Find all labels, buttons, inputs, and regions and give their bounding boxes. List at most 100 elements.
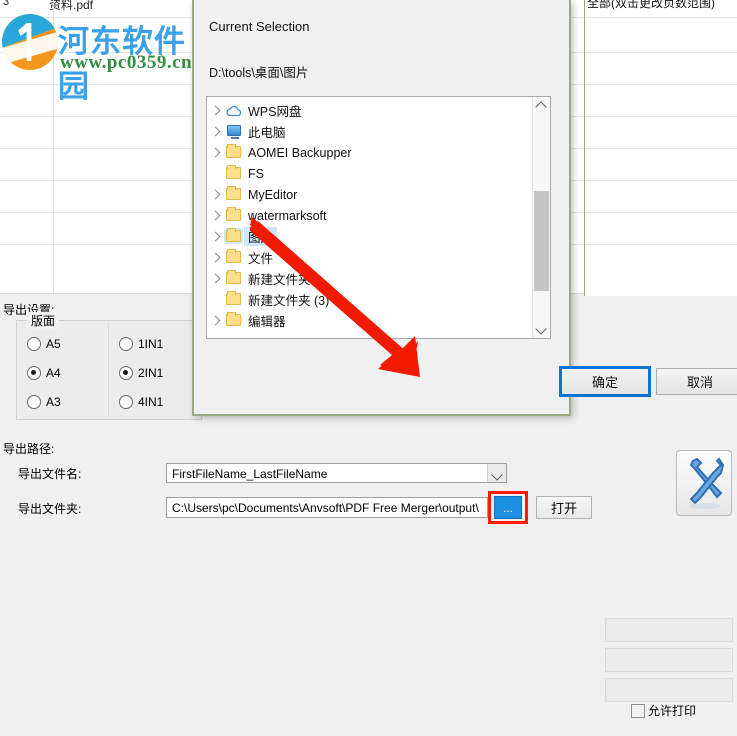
- radio-indicator: [119, 395, 133, 409]
- chevron-right-icon[interactable]: [207, 205, 225, 226]
- radio-indicator: [119, 337, 133, 351]
- dialog-cancel-button[interactable]: 取消: [656, 368, 737, 395]
- radio-paper-a4[interactable]: A4: [27, 366, 61, 380]
- tree-item[interactable]: WPS网盘: [207, 100, 533, 121]
- radio-indicator: [27, 395, 41, 409]
- table-row-divider: [585, 17, 737, 18]
- table-row-divider: [585, 116, 737, 117]
- export-filename-combobox[interactable]: FirstFileName_LastFileName: [166, 463, 507, 483]
- folder-icon: [225, 163, 244, 184]
- cloud-icon: [225, 100, 244, 121]
- table-row-divider: [585, 244, 737, 245]
- radio-nup-4in1[interactable]: 4IN1: [119, 395, 163, 409]
- tree-item-label: 新建文件夹 (3): [248, 294, 330, 308]
- security-field-row[interactable]: [605, 648, 733, 672]
- export-folder-label: 导出文件夹:: [18, 502, 82, 516]
- ok-button-focus-highlight: [559, 366, 651, 397]
- export-path-panel: 导出路径: 导出文件名: 导出文件夹:: [0, 438, 737, 533]
- open-folder-button[interactable]: 打开: [536, 496, 592, 519]
- tree-item[interactable]: watermarksoft: [207, 205, 533, 226]
- tree-item-label: 此电脑: [248, 126, 286, 140]
- folder-icon: [225, 268, 244, 289]
- radio-nup-1in1[interactable]: 1IN1: [119, 337, 163, 351]
- export-folder-input[interactable]: C:\Users\pc\Documents\Anvsoft\PDF Free M…: [166, 497, 488, 518]
- tools-wrench-screwdriver-icon: [689, 457, 725, 509]
- chevron-right-icon[interactable]: [207, 268, 225, 289]
- tree-item[interactable]: 图片: [207, 226, 533, 247]
- chevron-right-icon[interactable]: [207, 247, 225, 268]
- folder-tree[interactable]: WPS网盘此电脑 AOMEI Backupper FS MyEditor waterma…: [206, 96, 551, 339]
- tree-item[interactable]: 文件: [207, 247, 533, 268]
- export-filename-value: FirstFileName_LastFileName: [172, 467, 328, 481]
- scroll-down-icon[interactable]: [533, 321, 550, 338]
- radio-paper-a3[interactable]: A3: [27, 395, 61, 409]
- dialog-title: Current Selection: [209, 19, 310, 34]
- chevron-right-icon[interactable]: [207, 226, 225, 247]
- scrollbar-thumb[interactable]: [534, 191, 549, 291]
- browse-button-annotation-highlight: [488, 491, 528, 524]
- file-name-cell: 资料.pdf: [49, 0, 94, 12]
- table-row-divider: [585, 212, 737, 213]
- radio-label: A4: [46, 366, 61, 380]
- chevron-right-icon[interactable]: [207, 100, 225, 121]
- security-field-row[interactable]: [605, 678, 733, 702]
- tree-item-label: FS: [248, 166, 264, 181]
- radio-paper-a5[interactable]: A5: [27, 337, 61, 351]
- tree-item-label: AOMEI Backupper: [248, 145, 352, 160]
- tree-item[interactable]: 新建文件夹 (3): [207, 289, 533, 310]
- export-filename-label: 导出文件名:: [18, 467, 82, 481]
- radio-nup-2in1[interactable]: 2IN1: [119, 366, 163, 380]
- export-folder-value: C:\Users\pc\Documents\Anvsoft\PDF Free M…: [172, 501, 479, 515]
- table-row-divider: [585, 180, 737, 181]
- chevron-right-icon[interactable]: [207, 121, 225, 142]
- folder-icon: [225, 142, 244, 163]
- radio-indicator: [27, 337, 41, 351]
- table-row-divider: [585, 84, 737, 85]
- tree-item[interactable]: 新建文件夹: [207, 268, 533, 289]
- scroll-up-icon[interactable]: [533, 97, 550, 114]
- group-vertical-separator: [108, 324, 109, 416]
- tree-item[interactable]: 此电脑: [207, 121, 533, 142]
- chevron-right-icon[interactable]: [207, 142, 225, 163]
- security-fields-panel: 允许打印: [601, 596, 737, 736]
- tree-item[interactable]: 编辑器: [207, 310, 533, 331]
- folder-icon: [225, 310, 244, 331]
- dialog-selected-path: D:\tools\桌面\图片: [209, 66, 309, 80]
- security-field-row[interactable]: [605, 618, 733, 642]
- tree-item[interactable]: AOMEI Backupper: [207, 142, 533, 163]
- tree-item-label: 文件: [248, 252, 274, 266]
- chevron-right-icon[interactable]: [207, 310, 225, 331]
- checkbox-indicator: [631, 703, 645, 718]
- folder-tree-list: WPS网盘此电脑 AOMEI Backupper FS MyEditor waterma…: [207, 100, 533, 331]
- folder-selection-dialog: Current Selection D:\tools\桌面\图片 WPS网盘此电…: [192, 0, 737, 416]
- tree-vertical-scrollbar[interactable]: [532, 97, 550, 338]
- allow-print-label: 允许打印: [648, 704, 697, 718]
- export-path-title: 导出路径:: [3, 442, 55, 456]
- page-range-column[interactable]: 全部(双击更改页数范围): [585, 0, 737, 296]
- application-window: 3 资料.pdf 全部(双击更改页数范围) 河东软件园 www.pc0359.c…: [0, 0, 737, 718]
- monitor-icon: [225, 121, 244, 142]
- tree-item[interactable]: MyEditor: [207, 184, 533, 205]
- chevron-right-icon[interactable]: [207, 184, 225, 205]
- layout-group: 版面 A5 A4 A3 1IN1 2IN1 4IN1: [16, 312, 202, 420]
- radio-label: A3: [46, 395, 61, 409]
- table-row-divider: [585, 148, 737, 149]
- tools-settings-button[interactable]: [676, 450, 732, 516]
- radio-indicator: [27, 366, 41, 380]
- tree-item-label: watermarksoft: [248, 208, 327, 223]
- page-range-value: 全部(双击更改页数范围): [587, 0, 715, 10]
- folder-icon: [225, 226, 244, 247]
- folder-icon: [225, 247, 244, 268]
- folder-icon: [225, 184, 244, 205]
- radio-indicator: [119, 366, 133, 380]
- chevron-down-icon[interactable]: [487, 464, 506, 482]
- radio-label: 2IN1: [138, 366, 164, 380]
- layout-group-legend: 版面: [27, 312, 60, 329]
- radio-label: A5: [46, 337, 61, 351]
- tree-item[interactable]: FS: [207, 163, 533, 184]
- folder-icon: [225, 205, 244, 226]
- radio-label: 1IN1: [138, 337, 164, 351]
- allow-print-checkbox[interactable]: 允许打印: [631, 702, 696, 719]
